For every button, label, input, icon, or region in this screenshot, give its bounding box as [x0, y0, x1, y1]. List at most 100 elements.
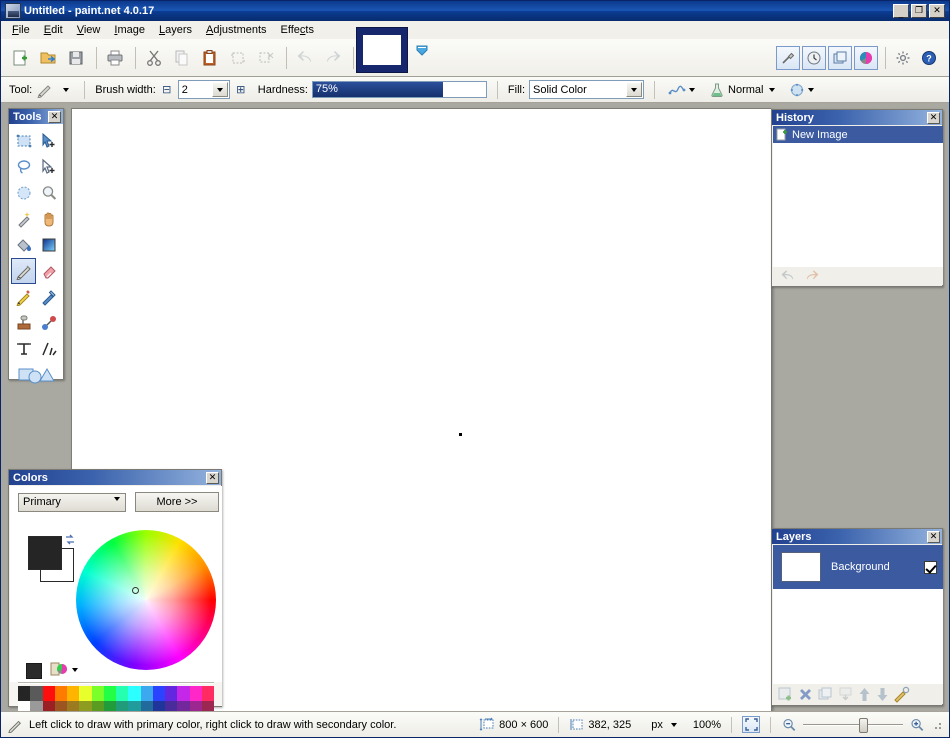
palette-swatch[interactable]	[152, 686, 165, 701]
minimize-button[interactable]: _	[893, 4, 909, 19]
colors-panel-titlebar[interactable]: Colors ✕	[9, 470, 221, 485]
zoom-tool[interactable]	[36, 180, 61, 206]
merge-layer-down-button[interactable]	[837, 686, 854, 703]
palette-swatch[interactable]	[54, 686, 67, 701]
hardness-slider[interactable]: 75%	[311, 81, 487, 98]
history-item-new-image[interactable]: New Image	[773, 126, 943, 143]
settings-icon[interactable]	[891, 46, 915, 70]
menu-file[interactable]: File	[5, 22, 37, 38]
palette-swatch[interactable]	[18, 686, 31, 701]
layer-visibility-checkbox[interactable]	[924, 560, 937, 574]
history-undo-button[interactable]	[779, 269, 797, 283]
menu-view[interactable]: View	[70, 22, 108, 38]
add-layer-button[interactable]	[777, 686, 794, 703]
primary-color-swatch[interactable]	[28, 536, 62, 570]
save-icon[interactable]	[63, 45, 89, 71]
resize-grip[interactable]	[931, 719, 943, 731]
tool-dropdown[interactable]	[58, 87, 74, 92]
line-curve-tool[interactable]	[36, 336, 61, 362]
text-tool[interactable]	[11, 336, 36, 362]
help-icon[interactable]: ?	[917, 46, 941, 70]
thumbnail-list-dropdown[interactable]	[415, 43, 429, 57]
shapes-tool[interactable]	[11, 362, 61, 388]
image-thumbnail-untitled[interactable]	[356, 27, 408, 73]
close-button[interactable]: ✕	[929, 4, 945, 18]
brush-width-increase-button[interactable]: ⊞	[234, 83, 248, 97]
tools-panel-titlebar[interactable]: Tools ✕	[9, 109, 63, 124]
move-selection-tool[interactable]	[36, 154, 61, 180]
palette-swatch[interactable]	[42, 686, 55, 701]
magic-wand-tool[interactable]	[11, 206, 36, 232]
brush-width-dropdown-arrow[interactable]	[211, 82, 228, 97]
redo-icon[interactable]	[320, 45, 346, 71]
palette-swatch[interactable]	[91, 686, 104, 701]
layers-panel-close-icon[interactable]: ✕	[927, 530, 940, 543]
tools-window-icon[interactable]	[776, 45, 800, 70]
blend-mode-dropdown[interactable]: Normal	[706, 81, 778, 99]
palette-menu-icon[interactable]	[50, 661, 78, 678]
menu-effects[interactable]: Effects	[274, 22, 321, 38]
more-button[interactable]: More >>	[135, 492, 219, 512]
fit-to-window-icon[interactable]	[742, 716, 760, 733]
history-list[interactable]: New Image	[773, 126, 943, 270]
ellipse-select-tool[interactable]	[11, 180, 36, 206]
history-redo-button[interactable]	[803, 269, 821, 283]
history-panel-titlebar[interactable]: History ✕	[772, 110, 942, 125]
colors-window-icon[interactable]	[854, 45, 878, 70]
palette-swatch[interactable]	[116, 686, 129, 701]
reset-colors-icon[interactable]	[26, 663, 42, 679]
pan-tool[interactable]	[36, 206, 61, 232]
colors-panel-close-icon[interactable]: ✕	[206, 471, 219, 484]
zoom-slider-thumb[interactable]	[859, 717, 868, 733]
recolor-tool[interactable]	[36, 310, 61, 336]
zoom-slider[interactable]	[803, 717, 903, 733]
palette-swatch[interactable]	[128, 686, 141, 701]
pencil-tool[interactable]	[11, 284, 36, 310]
antialiasing-dropdown[interactable]	[786, 81, 817, 99]
paste-icon[interactable]	[197, 45, 223, 71]
brush-width-decrease-button[interactable]: ⊟	[160, 83, 174, 97]
crop-to-selection-icon[interactable]	[225, 45, 251, 71]
copy-icon[interactable]	[169, 45, 195, 71]
menu-image[interactable]: Image	[107, 22, 152, 38]
undo-icon[interactable]	[292, 45, 318, 71]
zoom-in-icon[interactable]	[909, 717, 925, 733]
clone-stamp-tool[interactable]	[11, 310, 36, 336]
palette-swatch[interactable]	[189, 686, 202, 701]
palette-swatch[interactable]	[140, 686, 153, 701]
color-wheel[interactable]	[76, 530, 216, 670]
layer-row-background[interactable]: Background	[773, 545, 943, 589]
paint-bucket-tool[interactable]	[11, 232, 36, 258]
layers-list[interactable]: Background	[773, 545, 943, 685]
layers-window-icon[interactable]	[828, 45, 852, 70]
palette-swatch[interactable]	[30, 686, 43, 701]
fill-dropdown-arrow[interactable]	[626, 82, 643, 97]
deselect-all-icon[interactable]	[253, 45, 279, 71]
curve-style-icon[interactable]	[665, 82, 698, 98]
menu-adjustments[interactable]: Adjustments	[199, 22, 274, 38]
palette-swatch[interactable]	[103, 686, 116, 701]
zoom-out-icon[interactable]	[781, 717, 797, 733]
units-dropdown[interactable]: px	[651, 719, 677, 731]
move-layer-up-button[interactable]	[857, 686, 872, 703]
gradient-tool[interactable]	[36, 232, 61, 258]
tools-panel-close-icon[interactable]: ✕	[48, 110, 61, 123]
palette-swatch[interactable]	[165, 686, 178, 701]
eraser-tool[interactable]	[36, 258, 61, 284]
history-window-icon[interactable]	[802, 45, 826, 70]
paintbrush-tool[interactable]	[11, 258, 36, 284]
cut-icon[interactable]	[141, 45, 167, 71]
new-icon[interactable]	[7, 45, 33, 71]
move-selected-tool[interactable]	[36, 128, 61, 154]
menu-layers[interactable]: Layers	[152, 22, 199, 38]
maximize-button[interactable]: ❐	[911, 4, 927, 18]
open-icon[interactable]	[35, 45, 61, 71]
move-layer-down-button[interactable]	[875, 686, 890, 703]
brush-width-input[interactable]: 2	[177, 80, 230, 99]
palette-swatch[interactable]	[67, 686, 80, 701]
layers-panel-titlebar[interactable]: Layers ✕	[772, 529, 942, 544]
fill-dropdown[interactable]: Solid Color	[529, 80, 645, 99]
duplicate-layer-button[interactable]	[817, 686, 834, 703]
palette-swatch[interactable]	[201, 686, 214, 701]
swap-colors-icon[interactable]	[64, 534, 76, 546]
